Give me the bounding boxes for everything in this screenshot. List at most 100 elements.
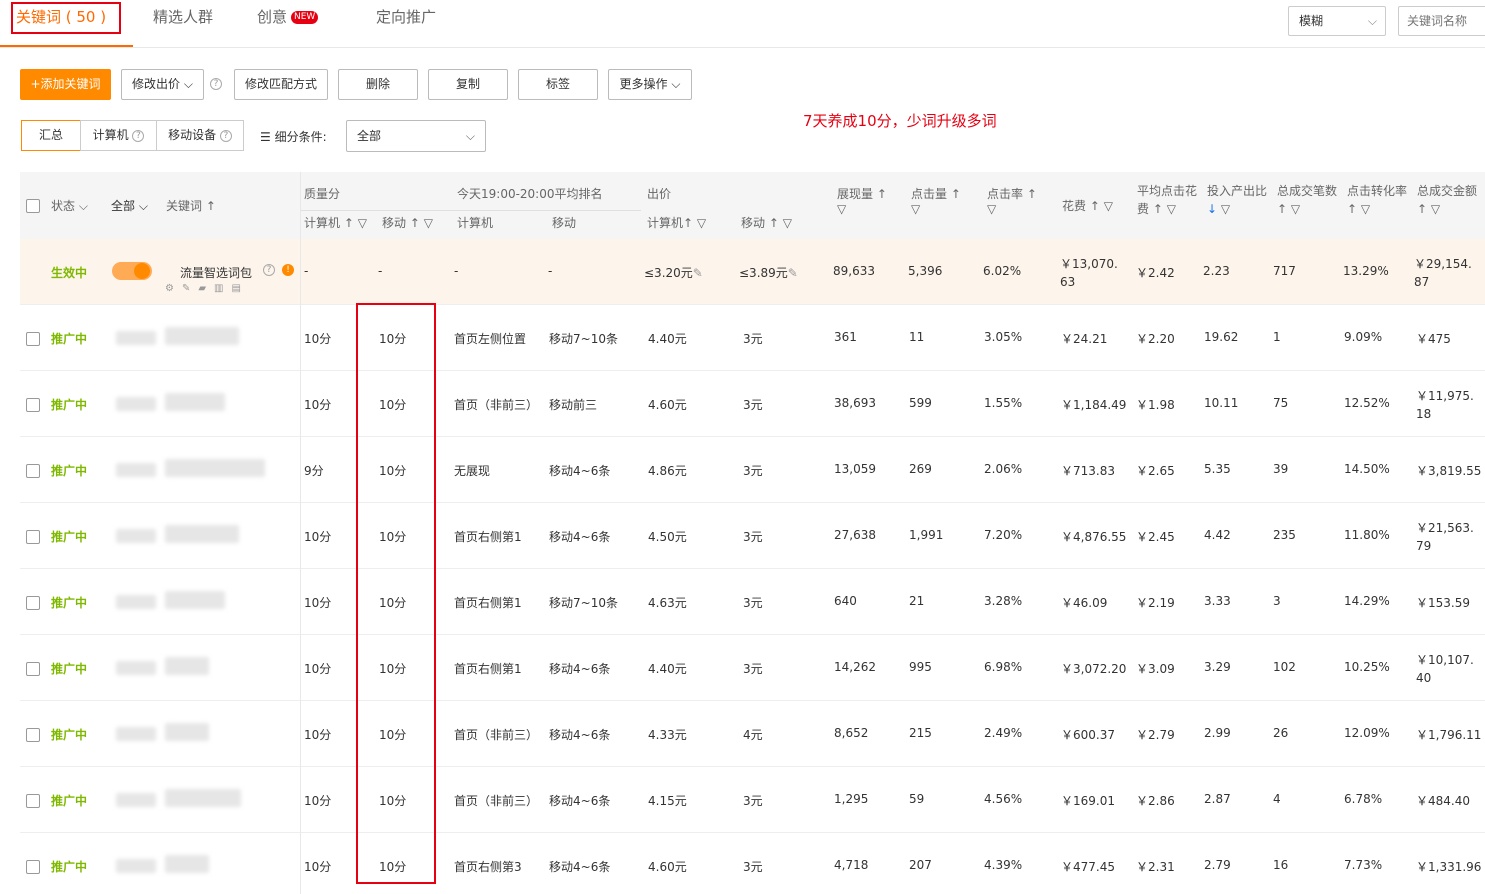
row-ctr: 6.98% <box>984 660 1023 674</box>
row-checkbox[interactable] <box>26 728 40 742</box>
ctr-header[interactable]: 点击率 ↑ ▽ <box>987 185 1037 216</box>
status-filter[interactable]: 状态 ⌵ <box>51 197 88 214</box>
row-bid-mobile[interactable]: 3元 <box>743 660 763 677</box>
blurred-keyword[interactable] <box>165 789 241 807</box>
blurred-thumbnail <box>116 793 156 807</box>
orders-header[interactable]: 总成交笔数 ↑ ▽ <box>1277 182 1337 218</box>
row-bid-pc[interactable]: 4.60元 <box>648 858 687 875</box>
blurred-keyword[interactable] <box>165 723 209 741</box>
toolbar-mini-icons[interactable]: ⚙✎▰▥▤ <box>165 283 249 294</box>
row-bid-mobile[interactable]: 4元 <box>743 726 763 743</box>
blurred-keyword[interactable] <box>165 525 239 543</box>
tag-button[interactable]: 标签 <box>518 69 598 100</box>
tab-targeting[interactable]: 定向推广 <box>376 6 436 27</box>
help-icon[interactable]: ? <box>263 264 275 276</box>
row-checkbox[interactable] <box>26 530 40 544</box>
all-filter[interactable]: 全部 ⌵ <box>111 197 148 214</box>
blurred-keyword[interactable] <box>165 591 225 609</box>
row-checkbox[interactable] <box>26 860 40 874</box>
more-actions-button[interactable]: 更多操作 ⌵ <box>608 69 692 100</box>
row-cvr: 9.09% <box>1344 330 1383 344</box>
help-icon[interactable]: ? <box>210 78 222 90</box>
roi-header[interactable]: 投入产出比 ↓ ▽ <box>1207 182 1267 218</box>
row-bid-pc[interactable]: 4.15元 <box>648 792 687 809</box>
cost-header[interactable]: 花费 ↑ ▽ <box>1062 197 1113 214</box>
tab-creative[interactable]: 创意 NEW <box>257 6 319 27</box>
match-mode-select[interactable]: 模糊 ⌵ <box>1288 6 1386 36</box>
row-gmv: ￥475 <box>1416 332 1451 346</box>
blurred-keyword[interactable] <box>165 459 265 477</box>
row-checkbox[interactable] <box>26 398 40 412</box>
quality-mobile-header[interactable]: 移动 ↑ ▽ <box>382 214 433 231</box>
tab-keywords[interactable]: 关键词 ( 50 ) <box>16 6 106 27</box>
table-row: 推广中 10分 10分 首页右侧第1 移动4~6条 4.40元 3元 14,262 995 6.9… <box>20 635 1485 701</box>
impressions-header[interactable]: 展现量 ↑ ▽ <box>837 185 887 216</box>
table-row: 推广中 10分 10分 首页左侧位置 移动7~10条 4.40元 3元 361 11 3.05% ￥… <box>20 305 1485 371</box>
row-bid-pc[interactable]: 4.40元 <box>648 660 687 677</box>
summary-bid-mobile[interactable]: ≤3.89元✎ <box>739 264 798 281</box>
row-cost: ￥4,876.55 <box>1061 530 1127 544</box>
delete-button[interactable]: 删除 <box>338 69 418 100</box>
segment-pc[interactable]: 计算机 ? <box>80 120 157 151</box>
cpc-header[interactable]: 平均点击花费 ↑ ▽ <box>1137 182 1197 218</box>
gmv-header[interactable]: 总成交金额 ↑ ▽ <box>1417 182 1477 218</box>
clicks-header[interactable]: 点击量 ↑ ▽ <box>911 185 961 216</box>
condition-select[interactable]: 全部 ⌵ <box>346 120 486 152</box>
match-mode-value: 模糊 <box>1299 14 1324 28</box>
condition-label: ☰ 细分条件: <box>260 128 327 145</box>
condition-value: 全部 <box>357 129 382 143</box>
summary-toggle[interactable] <box>112 262 152 280</box>
row-bid-pc[interactable]: 4.50元 <box>648 528 687 545</box>
row-bid-mobile[interactable]: 3元 <box>743 792 763 809</box>
row-checkbox[interactable] <box>26 464 40 478</box>
clicks-label: 点击量 <box>911 187 948 201</box>
blurred-thumbnail <box>116 397 156 411</box>
row-bid-pc[interactable]: 4.60元 <box>648 396 687 413</box>
blurred-keyword[interactable] <box>165 393 225 411</box>
row-bid-pc[interactable]: 4.86元 <box>648 462 687 479</box>
row-bid-mobile[interactable]: 3元 <box>743 594 763 611</box>
edit-match-button[interactable]: 修改匹配方式 <box>234 69 328 100</box>
table-header: 状态 ⌵ 全部 ⌵ 关键词 ↑ 质量分 计算机 ↑ ▽ 移动 ↑ ▽ 今天19:… <box>20 172 1485 239</box>
bid-pc-header[interactable]: 计算机↑ ▽ <box>647 214 706 231</box>
row-checkbox[interactable] <box>26 332 40 346</box>
quality-pc-header[interactable]: 计算机 ↑ ▽ <box>304 214 367 231</box>
edit-bid-button[interactable]: 修改出价 ⌵ <box>121 69 204 100</box>
row-bid-mobile[interactable]: 3元 <box>743 858 763 875</box>
select-all-checkbox[interactable] <box>26 199 40 213</box>
cvr-header[interactable]: 点击转化率 ↑ ▽ <box>1347 182 1407 218</box>
row-bid-pc[interactable]: 4.33元 <box>648 726 687 743</box>
row-bid-mobile[interactable]: 3元 <box>743 462 763 479</box>
row-q-pc: 10分 <box>304 596 332 610</box>
row-gmv: ￥484.40 <box>1416 794 1470 808</box>
row-bid-pc[interactable]: 4.63元 <box>648 594 687 611</box>
tab-audience[interactable]: 精选人群 <box>153 6 213 27</box>
row-cvr: 6.78% <box>1344 792 1383 806</box>
copy-button[interactable]: 复制 <box>428 69 508 100</box>
keyword-search-input[interactable] <box>1398 6 1485 36</box>
row-checkbox[interactable] <box>26 794 40 808</box>
bid-pc-label: 计算机 <box>647 216 684 230</box>
row-gmv: ￥1,796.11 <box>1416 728 1482 742</box>
row-checkbox[interactable] <box>26 662 40 676</box>
row-roi: 10.11 <box>1204 396 1239 410</box>
row-bid-mobile[interactable]: 3元 <box>743 396 763 413</box>
blurred-keyword[interactable] <box>165 657 209 675</box>
row-q-pc: 10分 <box>304 332 332 346</box>
summary-status: 生效中 <box>51 266 88 280</box>
add-keyword-button[interactable]: +添加关键词 <box>20 69 111 100</box>
blurred-keyword[interactable] <box>165 855 209 873</box>
row-ctr: 7.20% <box>984 528 1023 542</box>
row-bid-mobile[interactable]: 3元 <box>743 330 763 347</box>
bid-mobile-header[interactable]: 移动 ↑ ▽ <box>741 214 792 231</box>
keyword-header[interactable]: 关键词 ↑ <box>166 197 216 214</box>
summary-bid-pc[interactable]: ≤3.20元✎ <box>644 264 703 281</box>
info-icon[interactable]: ! <box>282 264 294 276</box>
row-bid-mobile[interactable]: 3元 <box>743 528 763 545</box>
row-checkbox[interactable] <box>26 596 40 610</box>
row-q-mobile: 10分 <box>379 794 407 808</box>
segment-summary[interactable]: 汇总 <box>21 120 81 151</box>
segment-mobile[interactable]: 移动设备 ? <box>156 120 244 151</box>
blurred-keyword[interactable] <box>165 327 239 345</box>
row-bid-pc[interactable]: 4.40元 <box>648 330 687 347</box>
